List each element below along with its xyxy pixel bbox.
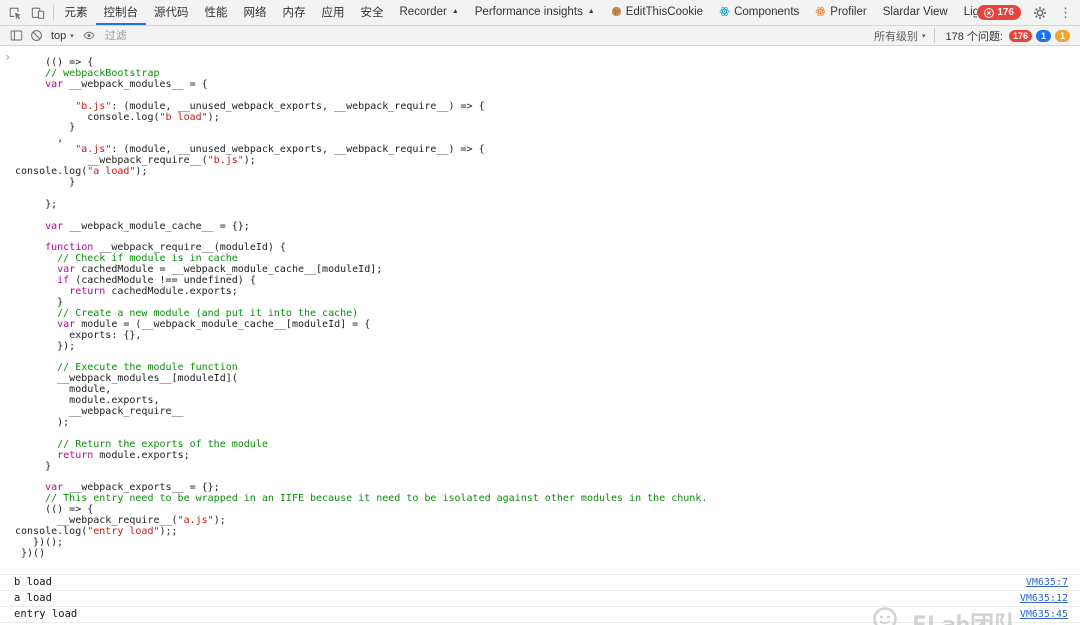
tab-recorder[interactable]: Recorder ▲ [392,0,467,25]
code-line: ); [15,416,70,428]
execution-context-selector[interactable]: top ▾ [46,30,79,42]
command-code: (() => { // webpackBootstrap var __webpa… [15,49,707,560]
tab-label: Lighthouse [963,5,978,18]
console-output: b load VM635:7 a load VM635:12 entry load VM6… [0,573,1080,625]
code-line: } [15,460,52,472]
code-line: // This entry need to be wrapped in an I… [15,493,708,505]
console-filter-input[interactable] [104,29,325,42]
code-line: exports: {}, [15,329,142,341]
code-line: var __webpack_modules__ = { [45,78,208,90]
tab-label: 网络 [243,6,267,19]
tab-label: 性能 [204,6,228,19]
error-count: 176 [997,7,1014,18]
console-log-row: b load VM635:7 [0,573,1080,590]
inspect-element-icon[interactable] [4,0,27,25]
source-location-link[interactable]: VM635:12 [1020,593,1068,604]
react-orange-icon [815,6,826,17]
tab-memory[interactable]: 内存 [275,0,314,25]
tab-application[interactable]: 应用 [314,0,353,25]
issue-count-badge[interactable]: 1 [1055,29,1070,42]
live-expression-eye-icon[interactable] [79,26,99,45]
command-prompt-chevron-icon: › [4,50,12,64]
code-line: console.log("b load"); [15,111,220,123]
code-line: console.log("a load"); [15,166,148,178]
code-line: } [15,176,76,188]
cookie-icon [611,6,622,17]
code-line: __webpack_require__ [15,406,184,417]
tab-editthiscookie[interactable]: EditThisCookie [603,0,711,25]
console-toolbar: top ▾ 所有级别 ▾ 178 个问题: 176 11 [0,26,1080,46]
error-circle-icon [984,7,995,18]
devtools-tabs: 元素 控制台 源代码 性能 网络 内存 应用 安全 Recorder ▲ Performance i… [57,0,978,25]
tab-console[interactable]: 控制台 [95,0,146,25]
tab-network[interactable]: 网络 [236,0,275,25]
console-log-row: entry load VM635:45 [0,605,1080,622]
tab-label: 安全 [360,6,384,19]
console-command-echo: › (() => { // webpackBootstrap var __web… [0,46,1080,574]
tab-label: 源代码 [154,6,189,19]
tab-label: 内存 [282,6,306,19]
tab-bar-right: 176 ⋮ [977,0,1080,25]
tab-components[interactable]: Components [711,0,807,25]
tab-label: Profiler [830,5,867,18]
console-sidebar-toggle-icon[interactable] [6,26,26,45]
warning-triangle-icon: ▲ [451,8,459,15]
tab-label: EditThisCookie [625,5,704,18]
tab-sources[interactable]: 源代码 [146,0,197,25]
warning-triangle-icon: ▲ [587,8,595,15]
tab-slardar-view[interactable]: Slardar View [875,0,956,25]
code-line: } [15,122,76,134]
tab-profiler[interactable]: Profiler [807,0,874,25]
code-line: var __webpack_module_cache__ = {}; [45,220,250,232]
more-options-kebab-icon[interactable]: ⋮ [1059,6,1072,19]
chevron-down-icon: ▾ [921,32,926,40]
tab-label: Performance insights [474,5,583,18]
code-line: })() [15,547,46,559]
log-message: a load [14,592,52,605]
log-message: b load [14,576,52,589]
log-levels-selector[interactable]: 所有级别 ▾ [869,28,931,44]
tab-label: 控制台 [103,6,139,19]
code-line: console.log("entry load");; [15,525,178,537]
console-panel: › (() => { // webpackBootstrap var __web… [0,46,1080,625]
devtools-tab-bar: 元素 控制台 源代码 性能 网络 内存 应用 安全 Recorder ▲ Performance i… [0,0,1080,26]
source-location-link[interactable]: VM635:7 [1026,577,1068,588]
tab-elements[interactable]: 元素 [57,0,96,25]
code-line: return cachedModule.exports; [69,286,238,298]
code-line: return module.exports; [57,449,190,461]
tab-label: Recorder [399,5,447,18]
log-levels-label: 所有级别 [873,30,918,43]
code-line: }; [15,198,58,210]
tab-label: Slardar View [882,5,948,18]
tab-security[interactable]: 安全 [353,0,392,25]
issues-count-label: 178 个问题: [945,30,1003,43]
execution-context-label: top [51,29,67,42]
issue-count-badge[interactable]: 1 [1036,29,1051,42]
code-line: }); [15,340,76,352]
react-blue-icon [719,6,730,17]
toolbar-separator [52,5,54,20]
source-location-link[interactable]: VM635:45 [1020,609,1068,620]
toolbar-separator [933,28,935,43]
log-message: entry load [14,608,78,621]
tab-label: 元素 [64,6,88,19]
toggle-device-toolbar-icon[interactable] [27,0,50,25]
issue-count-badge[interactable]: 176 [1008,29,1032,42]
tab-performance-insights[interactable]: Performance insights ▲ [467,0,603,25]
tab-lighthouse[interactable]: Lighthouse [956,0,978,25]
settings-gear-icon[interactable] [1028,0,1052,25]
code-line: __webpack_modules__[moduleId]( [15,373,238,385]
issue-badges: 176 1 1 [1005,29,1074,42]
error-count-badge[interactable]: 176 [977,5,1021,20]
chevron-down-icon: ▾ [70,32,74,40]
tab-label: Components [734,5,800,18]
tab-performance[interactable]: 性能 [197,0,236,25]
clear-console-icon[interactable] [26,26,46,45]
console-toolbar-right: 所有级别 ▾ 178 个问题: 176 1 1 [869,28,1074,44]
tab-label: 应用 [321,6,345,19]
console-log-row: a load VM635:12 [0,589,1080,606]
code-line: })(); [15,536,64,548]
